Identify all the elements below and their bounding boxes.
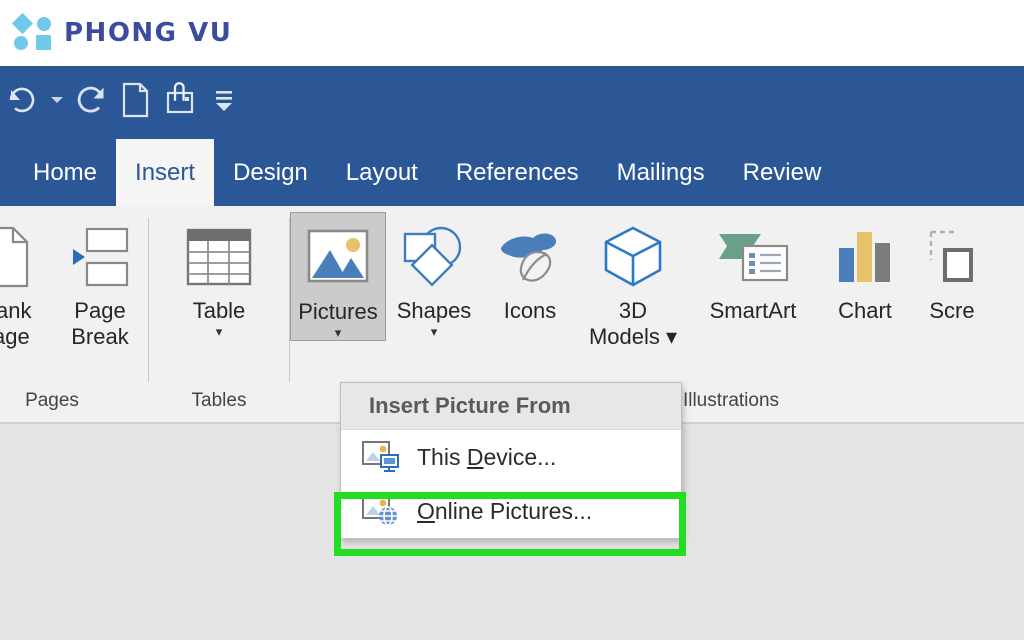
blank-page-label: Blank Page — [0, 298, 32, 349]
tab-mailings[interactable]: Mailings — [598, 139, 724, 206]
icons-label: Icons — [503, 298, 557, 323]
blank-page-icon — [0, 218, 31, 296]
logo-circle-bottom-left-shape — [14, 36, 28, 50]
table-icon — [185, 218, 253, 296]
shapes-label: Shapes — [396, 298, 472, 323]
icons-button[interactable]: Icons — [482, 212, 578, 324]
3d-models-label: 3D Models ▾ — [588, 298, 678, 349]
online-pictures-post-text: nline Pictures... — [434, 497, 593, 524]
pictures-dropdown-caret[interactable]: ▾ — [335, 326, 342, 340]
new-document-icon[interactable] — [114, 78, 158, 122]
logo-square-bottom-right-shape — [36, 35, 51, 50]
shapes-button[interactable]: Shapes ▾ — [386, 212, 482, 339]
pictures-icon — [302, 219, 374, 297]
brand-name: PHONG VU — [64, 18, 233, 48]
tables-group-buttons: Table ▾ — [149, 206, 289, 384]
logo-circle-top-right-shape — [37, 17, 51, 31]
ribbon-tab-strip: Home Insert Design Layout References Mai… — [0, 139, 840, 206]
phong-vu-logo-icon — [11, 12, 56, 52]
picture-online-icon — [357, 494, 405, 528]
redo-icon[interactable] — [70, 78, 114, 122]
chart-label: Chart — [838, 298, 892, 323]
pages-group-label: Pages — [25, 390, 79, 411]
tab-layout[interactable]: Layout — [327, 139, 437, 206]
page-break-label: Page Break — [71, 298, 129, 349]
smartart-icon — [713, 218, 793, 296]
table-label: Table — [192, 298, 246, 323]
pictures-button[interactable]: Pictures ▾ — [290, 212, 386, 341]
quick-access-toolbar — [0, 76, 246, 124]
this-device-post-text: evice... — [483, 443, 557, 470]
3d-models-icon — [600, 218, 666, 296]
smartart-label: SmartArt — [709, 298, 797, 323]
menu-header-label: Insert Picture From — [341, 383, 681, 430]
page-break-icon — [69, 218, 131, 296]
3d-models-button[interactable]: 3D Models ▾ — [578, 212, 688, 350]
this-device-accel-key: D — [466, 443, 484, 470]
menu-item-this-device[interactable]: This Device... — [341, 430, 681, 484]
tab-review[interactable]: Review — [724, 139, 841, 206]
blank-page-button[interactable]: Blank Page — [0, 212, 52, 350]
ribbon-title-bar: Home Insert Design Layout References Mai… — [0, 66, 1024, 206]
chart-icon — [833, 218, 897, 296]
pages-group-buttons: Blank Page Page Break — [0, 206, 148, 384]
screenshot-label: Scre — [929, 298, 975, 323]
screenshot-icon — [925, 218, 979, 296]
tab-home[interactable]: Home — [14, 139, 116, 206]
pictures-label: Pictures — [298, 299, 378, 324]
table-button[interactable]: Table ▾ — [149, 212, 289, 339]
email-attachment-icon[interactable] — [158, 78, 202, 122]
logo-diamond-shape — [11, 12, 34, 35]
brand-header: PHONG VU — [0, 0, 1024, 66]
icons-icon — [493, 218, 567, 296]
page-break-button[interactable]: Page Break — [52, 212, 148, 350]
insert-picture-from-menu: Insert Picture From This Device... Onlin… — [340, 382, 682, 539]
customize-quick-access-toolbar-icon[interactable] — [202, 78, 246, 122]
word-window: PHONG VU Home Insert Design Layout Refer… — [0, 0, 1024, 640]
tab-references[interactable]: References — [437, 139, 598, 206]
menu-item-online-pictures-label: Online Pictures... — [417, 498, 592, 525]
tab-design[interactable]: Design — [214, 139, 327, 206]
tab-insert[interactable]: Insert — [116, 139, 215, 206]
table-dropdown-caret[interactable]: ▾ — [216, 325, 223, 339]
menu-item-online-pictures[interactable]: Online Pictures... — [341, 484, 681, 538]
picture-device-icon — [357, 440, 405, 474]
ribbon-group-pages: Blank Page Page Break Pages — [0, 206, 148, 422]
chart-button[interactable]: Chart — [818, 212, 912, 324]
undo-icon[interactable] — [0, 78, 44, 122]
smartart-button[interactable]: SmartArt — [688, 212, 818, 324]
online-pictures-accel-key: O — [417, 497, 435, 524]
this-device-pre-text: This — [417, 443, 467, 470]
illustrations-group-buttons: Pictures ▾ Shapes ▾ Icons 3D Models ▾ Sm… — [290, 206, 992, 384]
menu-item-this-device-label: This Device... — [417, 444, 556, 471]
shapes-dropdown-caret[interactable]: ▾ — [431, 325, 438, 339]
undo-dropdown-icon[interactable] — [44, 78, 70, 122]
shapes-icon — [397, 218, 471, 296]
screenshot-button[interactable]: Scre — [912, 212, 992, 324]
